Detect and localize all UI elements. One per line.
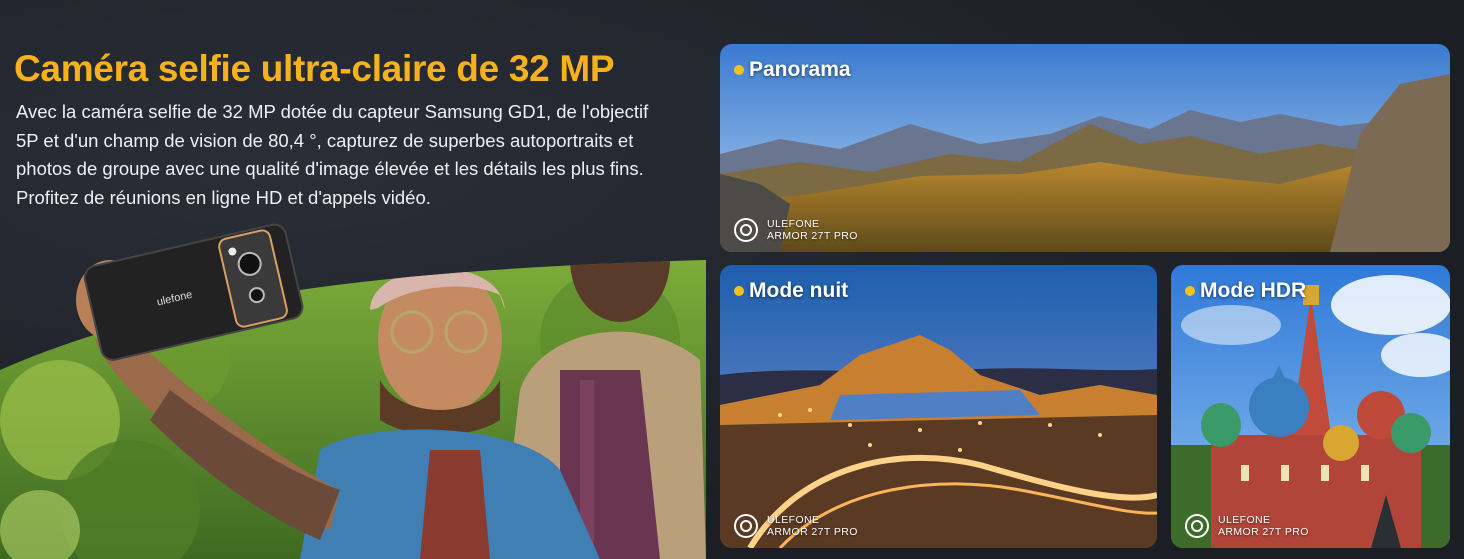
night-mode-label: Mode nuit bbox=[734, 279, 848, 303]
panorama-label-text: Panorama bbox=[749, 58, 851, 81]
panorama-label: Panorama bbox=[734, 58, 851, 82]
description-line: 5P et d'un champ de vision de 80,4 °, ca… bbox=[16, 129, 634, 151]
night-mode-label-text: Mode nuit bbox=[749, 279, 849, 302]
aperture-icon bbox=[1185, 514, 1209, 538]
bullet-dot-icon bbox=[734, 286, 744, 296]
headline: Caméra selfie ultra-claire de 32 MP bbox=[14, 48, 615, 89]
watermark-brand: ULEFONE bbox=[1218, 514, 1271, 526]
description-line: photos de groupe avec une qualité d'imag… bbox=[16, 158, 644, 179]
bullet-dot-icon bbox=[734, 65, 744, 75]
watermark-brand: ULEFONE bbox=[767, 514, 820, 526]
camera-watermark: ULEFONE ARMOR 27T PRO bbox=[1185, 514, 1309, 538]
aperture-icon bbox=[734, 218, 758, 242]
night-mode-card: Mode nuit ULEFONE ARMOR 27T PRO bbox=[720, 265, 1157, 548]
selfie-photo: ulefone bbox=[0, 190, 706, 559]
camera-watermark: ULEFONE ARMOR 27T PRO bbox=[734, 218, 858, 242]
banner: Caméra selfie ultra-claire de 32 MP Avec… bbox=[0, 0, 1464, 559]
hdr-mode-label-text: Mode HDR bbox=[1200, 279, 1307, 302]
watermark-model: ARMOR 27T PRO bbox=[1218, 526, 1309, 538]
description-line: Avec la caméra selfie de 32 MP dotée du … bbox=[16, 101, 649, 122]
watermark-model: ARMOR 27T PRO bbox=[767, 526, 858, 538]
watermark-brand: ULEFONE bbox=[767, 218, 820, 230]
aperture-icon bbox=[734, 514, 758, 538]
hdr-mode-card: Mode HDR ULEFONE ARMOR 27T PRO bbox=[1171, 265, 1450, 548]
hdr-mode-label: Mode HDR bbox=[1185, 279, 1306, 303]
watermark-model: ARMOR 27T PRO bbox=[767, 230, 858, 242]
panorama-card: Panorama ULEFONE ARMOR 27T PRO bbox=[720, 44, 1450, 252]
bullet-dot-icon bbox=[1185, 286, 1195, 296]
camera-watermark: ULEFONE ARMOR 27T PRO bbox=[734, 514, 858, 538]
